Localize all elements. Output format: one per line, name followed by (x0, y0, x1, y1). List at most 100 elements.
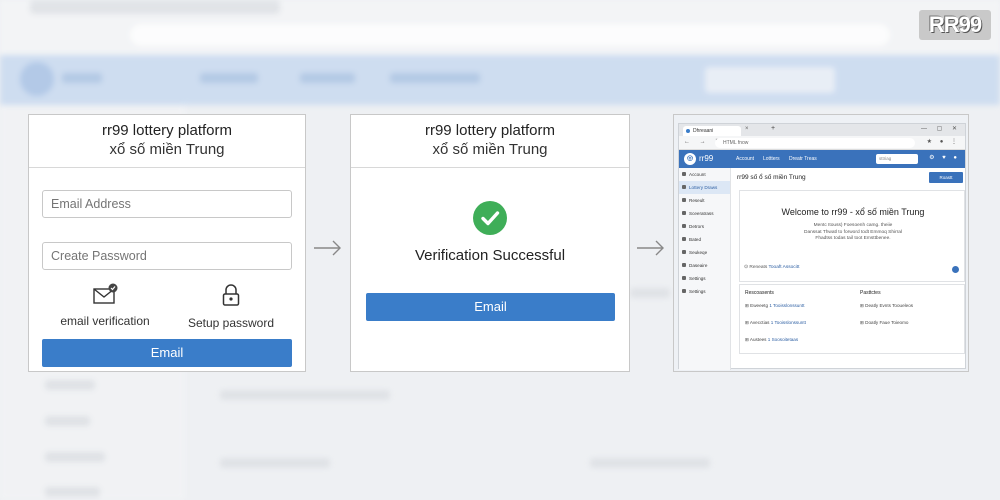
new-tab-icon[interactable]: + (771, 125, 775, 132)
email-verification-item[interactable]: email verification (45, 283, 165, 328)
list-item-link[interactable]: 1 Soosoitetaas (768, 337, 798, 342)
nav-link-account[interactable]: Account (736, 156, 754, 162)
url-input[interactable]: HTML fnow (715, 138, 915, 148)
bg-logo (20, 62, 54, 96)
page-action-button[interactable]: Roastt (929, 172, 963, 183)
welcome-heading: Welcome to rr99 - xổ số miền Trung (781, 207, 925, 217)
list-item-link[interactable]: 1 Tooisslonssuntt (769, 303, 804, 308)
sidebar-item[interactable]: Seukeqe (679, 246, 730, 259)
list-item-link[interactable]: 1 Tooisslonssuntt (771, 320, 806, 325)
email-verification-label: email verification (60, 314, 150, 328)
info-icon[interactable] (952, 266, 959, 273)
gear-icon (682, 276, 686, 280)
email-submit-button[interactable]: Email (42, 339, 292, 367)
email-input[interactable] (42, 190, 292, 218)
list-item[interactable]: ⊞ Doatly Faue Toieomo (860, 320, 908, 326)
panel-header: rr99 lottery platform xổ số miền Trung (351, 115, 629, 168)
desc-line: Fhadtss todas tail toot Emsttbenee. (815, 236, 891, 241)
sidebar-item[interactable]: Sceeratrass (679, 207, 730, 220)
setup-password-item[interactable]: Setup password (171, 283, 291, 330)
browser-url-bar: ← → ↻ HTML fnow ★ ● ⋮ (679, 136, 965, 150)
panel-title: rr99 lottery platform (101, 122, 233, 139)
list-left-header: Rescoasents (745, 290, 774, 296)
bg-nav-text (390, 73, 480, 83)
card-footer-link[interactable]: Tooaft Associtt (768, 265, 799, 270)
sidebar-item-lottery-draws[interactable]: Lottery Draws (679, 181, 730, 194)
sidebar-item[interactable]: Account (679, 168, 730, 181)
list-item[interactable]: ⊞ Deatly Evnts Tooueleos (860, 303, 913, 309)
close-tab-icon[interactable]: × (745, 126, 749, 132)
welcome-card: Welcome to rr99 - xổ số miền Trung Mentc… (739, 190, 965, 282)
tag-icon (682, 237, 686, 241)
nav-icons[interactable]: ⚙ ♥ ● (929, 154, 960, 161)
list-item[interactable]: ⊞ Avecctias 1 Tooisslonssuntt (745, 320, 806, 326)
nav-link-draws[interactable]: Dreatr Treas (789, 156, 817, 162)
browser-tab-bar: Dhreaani × + — ▢ ✕ (679, 124, 965, 136)
signup-panel: rr99 lottery platform xổ số miền Trung e… (28, 114, 306, 372)
window-controls[interactable]: — ▢ ✕ (921, 125, 961, 132)
sidebar-item[interactable]: Daseaire (679, 259, 730, 272)
tab-title: Dhreaani (693, 128, 714, 134)
arrow-right-icon (637, 240, 664, 256)
bg-nav-text (300, 73, 355, 83)
doc-icon (682, 250, 686, 254)
sidebar-item[interactable]: Bated (679, 233, 730, 246)
app-main: rr99 số ổ số miền Trung Roastt Welcome t… (735, 168, 965, 368)
bg-nav-text (200, 73, 258, 83)
bg-text-line (45, 416, 90, 426)
logo-icon[interactable]: ◎ (684, 153, 696, 165)
create-password-input[interactable] (42, 242, 292, 270)
card-footer-label: Reneats (749, 265, 768, 270)
home-icon (682, 172, 686, 176)
list-right-header: Pasttctes (860, 290, 881, 296)
bg-text-line (220, 390, 390, 400)
bg-text-line (45, 380, 95, 390)
bg-text-line (45, 452, 105, 462)
sidebar-label: Settings (689, 276, 706, 281)
list-item[interactable]: ⊞ Eweeetg 1 Tooisslonssuntt (745, 303, 804, 309)
favicon-icon (686, 129, 690, 133)
verification-panel: rr99 lottery platform xổ số miền Trung V… (350, 114, 630, 372)
arrow-right-icon (314, 240, 341, 256)
sidebar-label: Settings (689, 289, 706, 294)
bg-text-line (630, 288, 670, 298)
bg-text-line (220, 458, 330, 468)
sidebar-label: Daseaire (689, 263, 708, 268)
sidebar-label: Bated (689, 237, 702, 242)
bg-url-bar (130, 24, 890, 46)
app-navbar: ◎ rr99 Account Lottters Dreatr Treas stt… (679, 150, 965, 168)
mini-browser: Dhreaani × + — ▢ ✕ ← → ↻ HTML fnow ★ ● ⋮… (678, 123, 966, 370)
nav-search-input[interactable]: sttriag (876, 154, 918, 164)
lists-card: Rescoasents Pasttctes ⊞ Eweeetg 1 Tooiss… (739, 284, 965, 354)
success-check-icon (473, 201, 507, 235)
sidebar-item[interactable]: Detrors (679, 220, 730, 233)
panel-subtitle: xổ số miền Trung (109, 141, 225, 158)
sidebar-item-settings[interactable]: Settings (679, 285, 730, 298)
sidebar-label: Seukeqe (689, 250, 708, 255)
card-footer: ⊙ Reneats Tooaft Associtt (744, 265, 800, 270)
page-title: rr99 số ổ số miền Trung (737, 174, 806, 181)
email-button[interactable]: Email (366, 293, 615, 321)
chart-icon (682, 211, 686, 215)
sidebar-item[interactable]: Reseult (679, 194, 730, 207)
sidebar-label: Detrors (689, 224, 705, 229)
brand-name[interactable]: rr99 (699, 154, 713, 163)
bg-text-line (590, 458, 710, 468)
browser-tab[interactable]: Dhreaani (683, 126, 741, 136)
sidebar-item-settings[interactable]: Settings (679, 272, 730, 285)
list-icon (682, 198, 686, 202)
list-item-label: Avecctias (749, 320, 770, 325)
brand-badge: RR99 (919, 10, 991, 40)
nav-link-lotteries[interactable]: Lottters (763, 156, 780, 162)
list-item-label: Austees (749, 337, 767, 342)
welcome-description: Mentc Itouss) Foesoenh camg. theiie Dans… (740, 223, 966, 243)
browser-tools[interactable]: ★ ● ⋮ (927, 138, 960, 145)
list-item-label: Deatly Evnts Tooueleos (865, 303, 914, 308)
bg-navbar (0, 55, 1000, 105)
panel-header: rr99 lottery platform xổ số miền Trung (29, 115, 305, 168)
app-sidebar: Account Lottery Draws Reseult Sceeratras… (679, 168, 731, 370)
list-item[interactable]: ⊞ Austees 1 Soosoitetaas (745, 337, 798, 343)
box-icon (682, 263, 686, 267)
list-item-label: Doatly Faue Toieomo (865, 320, 909, 325)
list-item-label: Eweeetg (750, 303, 769, 308)
